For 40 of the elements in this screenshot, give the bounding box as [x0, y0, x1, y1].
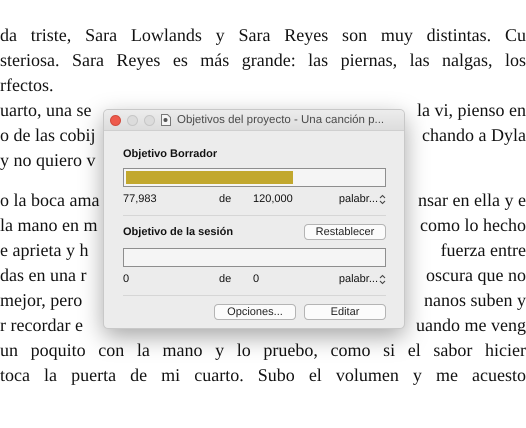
- text-line: toca la puerta de mi cuarto. Subo el volumen y me acuesto: [0, 364, 526, 387]
- unit-selector[interactable]: palabr...: [338, 273, 378, 285]
- stepper-icon[interactable]: [379, 274, 386, 284]
- reset-button[interactable]: Restablecer: [304, 224, 386, 240]
- text-line: un poquito con la mano y lo pruebo, como si el sabor hicier: [0, 339, 526, 362]
- text-line: chando a Dyla: [422, 124, 526, 147]
- word-count: 77,983: [123, 193, 158, 205]
- unit-selector[interactable]: palabr...: [338, 193, 378, 205]
- text-line: da triste, Sara Lowlands y Sara Reyes son muy distintas. Cu: [0, 24, 526, 47]
- text-line: mejor, pero: [0, 289, 82, 312]
- text-line: oscura que no: [426, 264, 526, 287]
- text-line: como lo hecho: [420, 214, 526, 237]
- stepper-icon[interactable]: [379, 194, 386, 204]
- text-line: uando me veng: [416, 314, 526, 337]
- text-line: e aprieta y h: [0, 239, 88, 262]
- window-title: Objetivos del proyecto - Una canción p...: [177, 114, 384, 126]
- text-line: steriosa. Sara Reyes es más grande: las piernas, las nalgas, los: [0, 49, 526, 72]
- text-line: nsar en ella y e: [418, 189, 526, 212]
- text-line: nanos suben y: [424, 289, 526, 312]
- text-line: la vi, pienso en: [417, 99, 526, 122]
- text-line: r recordar e: [0, 314, 83, 337]
- of-label: de: [219, 273, 232, 285]
- dialog-button[interactable]: Editar: [304, 304, 386, 320]
- section-label: Objetivo Borrador: [123, 148, 218, 160]
- text-line: o la boca ama: [0, 189, 100, 212]
- close-button[interactable]: [110, 114, 121, 126]
- target-count: 120,000: [253, 193, 294, 205]
- of-label: de: [219, 193, 232, 205]
- section-label: Objetivo de la sesión: [123, 226, 234, 238]
- text-line: y no quiero v: [0, 149, 96, 172]
- text-line: rfectos.: [0, 75, 54, 95]
- text-line: la mano en m: [0, 214, 98, 237]
- text-line: uarto, una se: [0, 99, 92, 122]
- target-count: 0: [253, 273, 260, 285]
- word-count: 0: [123, 273, 130, 285]
- text-line: o de las cobij: [0, 124, 96, 147]
- text-line: das en una r: [0, 264, 86, 287]
- text-line: fuerza entre: [440, 239, 526, 262]
- document-icon: [161, 114, 171, 126]
- dialog-button[interactable]: Opciones...: [214, 304, 296, 320]
